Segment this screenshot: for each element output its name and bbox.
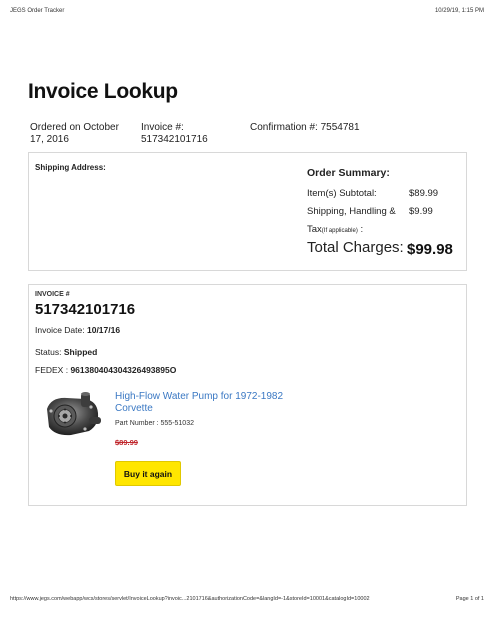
buy-it-again-button[interactable]: Buy it again [115, 461, 181, 486]
water-pump-image[interactable] [41, 389, 103, 441]
product-price: $89.99 [115, 438, 138, 447]
tracking-number: FEDEX : 961380404304326493895O [35, 365, 176, 375]
tax-suffix: : [357, 224, 364, 235]
subtotal-value: $89.99 [409, 188, 439, 199]
tax-label-text: Tax [307, 224, 322, 235]
fedex-label: FEDEX : [35, 365, 71, 375]
subtotal-row: Item(s) Subtotal: $89.99 [307, 185, 457, 203]
total-label: Total Charges: [307, 239, 404, 256]
shipping-row: Shipping, Handling & $9.99 [307, 203, 457, 221]
invoice-date-label: Invoice Date: [35, 325, 87, 335]
ordered-on: Ordered on October 17, 2016 [30, 122, 119, 145]
shipping-address-label: Shipping Address: [35, 163, 106, 172]
invoice-date-value: 10/17/16 [86, 325, 121, 335]
subtotal-label: Item(s) Subtotal: [307, 188, 377, 199]
status-value: Shipped [63, 347, 98, 357]
fedex-value: 961380404304326493895O [70, 365, 177, 375]
invoice-number: 517342101716 [35, 301, 136, 318]
invoice-number-meta: Invoice #: 517342101716 [141, 122, 208, 145]
order-meta: Ordered on October 17, 2016 Invoice #: 5… [30, 122, 450, 148]
invoice-date: Invoice Date: 10/17/16 [35, 325, 120, 335]
invoice-status: Status: Shipped [35, 347, 97, 357]
part-number: Part Number : 555-51032 [115, 420, 194, 427]
confirmation-number: Confirmation #: 7554781 [250, 122, 360, 133]
order-summary: Order Summary: Item(s) Subtotal: $89.99 … [307, 167, 457, 261]
print-header: JEGS Order Tracker 10/29/19, 1:15 PM [10, 8, 484, 20]
print-footer-page: Page 1 of 1 [455, 596, 484, 602]
total-value: $99.98 [407, 241, 453, 258]
tax-row: Tax(If applicable) : [307, 221, 457, 239]
tax-note: (If applicable) [321, 228, 358, 234]
water-pump-icon [47, 392, 101, 436]
total-row: Total Charges: $99.98 [307, 239, 457, 261]
shipping-summary-panel: Shipping Address: Order Summary: Item(s)… [28, 152, 467, 271]
invoice-panel: INVOICE # 517342101716 Invoice Date: 10/… [28, 284, 467, 506]
print-header-title: JEGS Order Tracker [10, 8, 65, 14]
order-summary-title: Order Summary: [307, 167, 390, 179]
invoice-label: INVOICE # [35, 291, 70, 298]
print-header-datetime: 10/29/19, 1:15 PM [434, 8, 484, 14]
print-footer: https://www.jegs.com/webapp/wcs/stores/s… [10, 596, 484, 606]
shipping-handling-value: $9.99 [409, 206, 433, 217]
tax-label: Tax(If applicable) : [307, 221, 363, 240]
product-link[interactable]: High-Flow Water Pump for 1972-1982 Corve… [115, 391, 315, 415]
shipping-handling-label: Shipping, Handling & [307, 206, 396, 217]
status-label: Status: [35, 347, 64, 357]
page-title: Invoice Lookup [28, 80, 178, 103]
print-footer-url: https://www.jegs.com/webapp/wcs/stores/s… [10, 596, 370, 602]
